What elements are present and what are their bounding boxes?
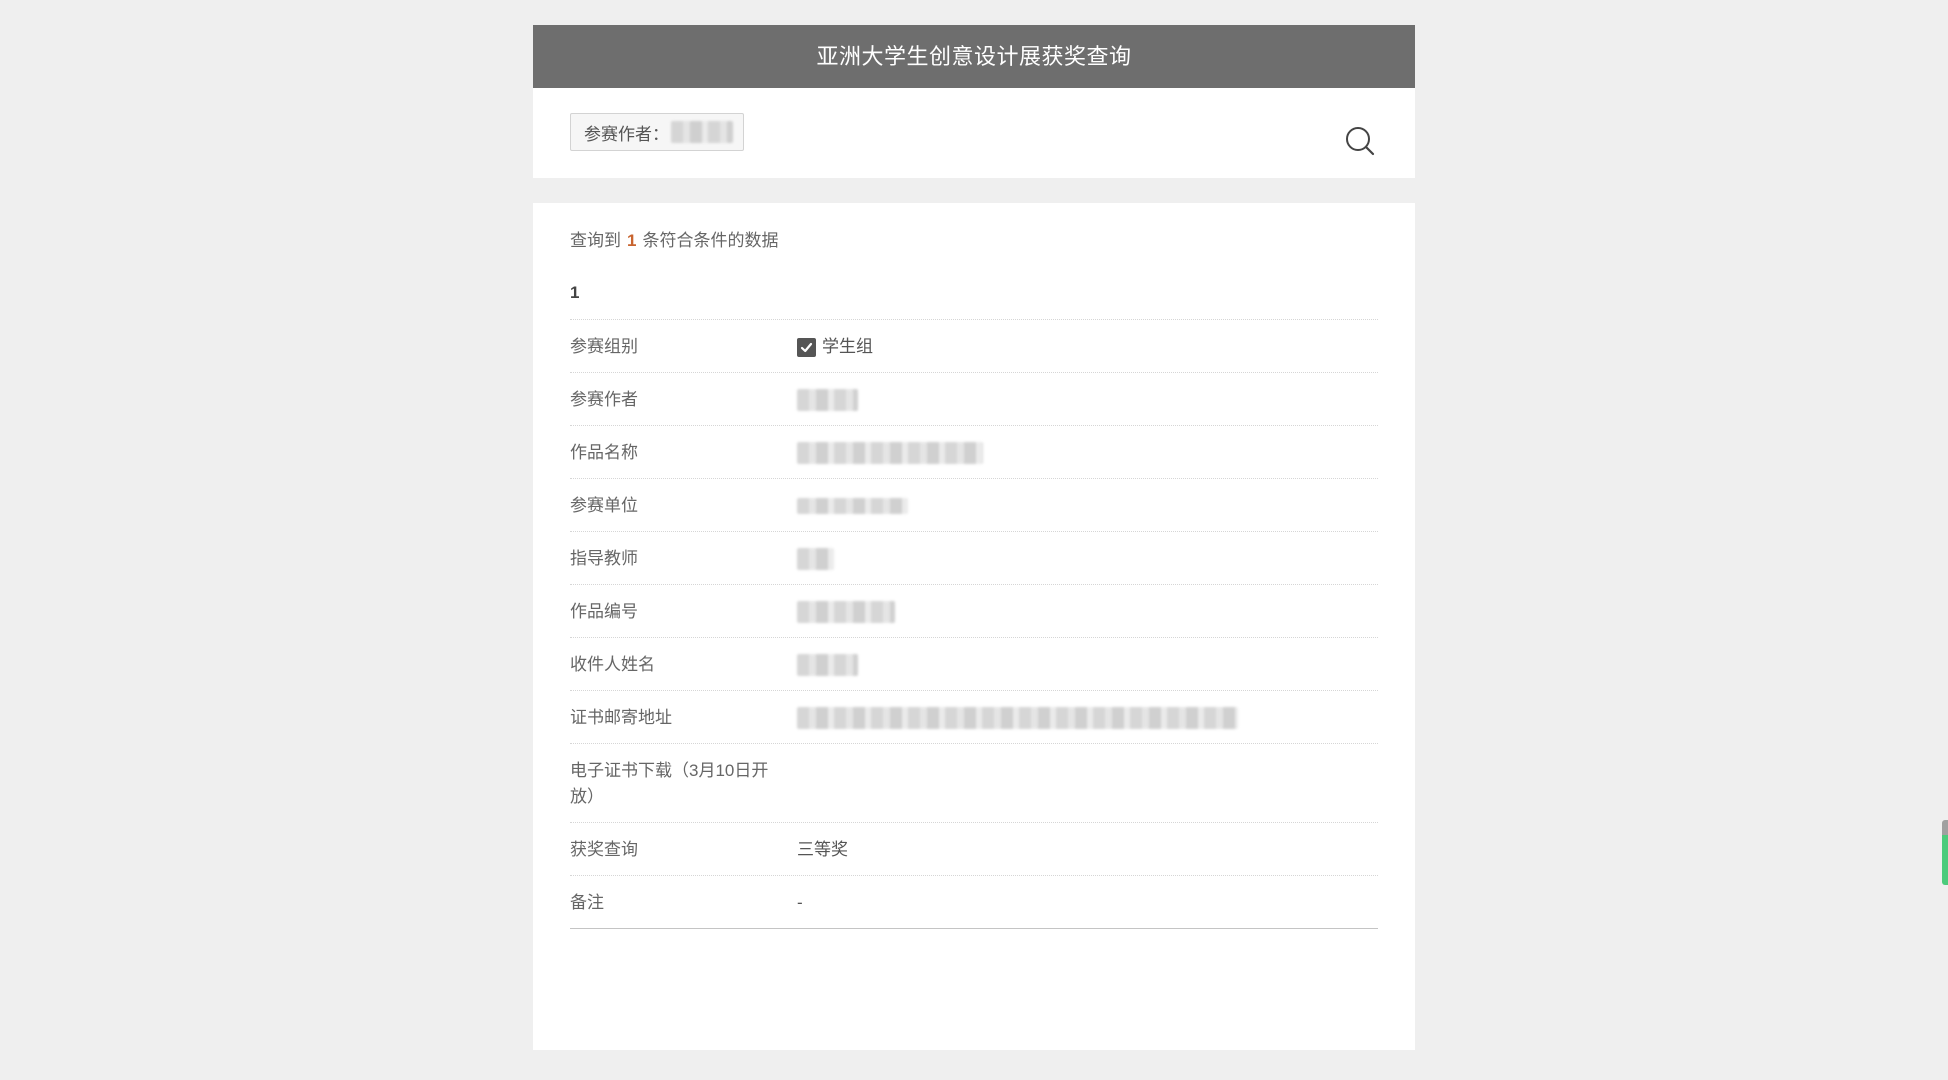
filter-tag-author[interactable]: 参赛作者： [570, 113, 744, 151]
redacted-value [797, 498, 908, 514]
row-group: 参赛组别 学生组 [570, 320, 1378, 373]
row-e-certificate: 电子证书下载（3月10日开放） [570, 744, 1378, 823]
row-author: 参赛作者 [570, 373, 1378, 426]
page-title: 亚洲大学生创意设计展获奖查询 [816, 44, 1132, 69]
row-value: 三等奖 [797, 840, 848, 859]
redacted-value [797, 707, 1238, 729]
redacted-value [797, 654, 858, 676]
side-tab-handle [1942, 820, 1948, 835]
results-panel: 查询到 1 条符合条件的数据 1 参赛组别 学生组 参赛作者 作品名称 参赛单位… [533, 203, 1415, 1050]
row-label: 电子证书下载（3月10日开放） [570, 761, 769, 806]
redacted-value [797, 601, 895, 623]
search-panel: 参赛作者： [533, 88, 1415, 178]
row-recipient-name: 收件人姓名 [570, 638, 1378, 691]
results-summary: 查询到 1 条符合条件的数据 [570, 228, 1378, 254]
checkmark-icon [800, 342, 813, 352]
row-label: 参赛作者 [570, 390, 638, 409]
row-label: 参赛单位 [570, 496, 638, 515]
row-remarks: 备注 - [570, 876, 1378, 929]
row-label: 获奖查询 [570, 840, 638, 859]
row-work-number: 作品编号 [570, 585, 1378, 638]
row-advisor: 指导教师 [570, 532, 1378, 585]
row-value [795, 705, 1378, 731]
page-header: 亚洲大学生创意设计展获奖查询 [533, 25, 1415, 88]
search-button[interactable] [1344, 125, 1376, 157]
group-value: 学生组 [822, 337, 873, 356]
row-label: 备注 [570, 893, 604, 912]
summary-prefix: 查询到 [570, 231, 621, 250]
query-page: 亚洲大学生创意设计展获奖查询 参赛作者： 查询到 1 条符合条件的数据 1 参赛组别 [533, 25, 1415, 1050]
row-award: 获奖查询 三等奖 [570, 823, 1378, 876]
record-index: 1 [570, 280, 1378, 320]
results-count: 1 [627, 231, 637, 250]
row-work-title: 作品名称 [570, 426, 1378, 479]
redacted-value [797, 389, 858, 411]
row-value: - [797, 893, 803, 912]
row-label: 指导教师 [570, 549, 638, 568]
redacted-value [671, 121, 733, 143]
redacted-value [797, 442, 983, 464]
row-value: 学生组 [795, 334, 1378, 360]
row-organization: 参赛单位 [570, 479, 1378, 532]
row-value [795, 440, 1378, 466]
search-icon [1344, 125, 1376, 157]
row-label: 作品名称 [570, 443, 638, 462]
row-label: 作品编号 [570, 602, 638, 621]
row-value [795, 546, 1378, 572]
row-value [795, 652, 1378, 678]
row-value [795, 387, 1378, 413]
summary-suffix: 条符合条件的数据 [642, 231, 779, 250]
floating-side-tab[interactable] [1942, 820, 1948, 885]
row-value [795, 758, 1378, 784]
row-value [795, 599, 1378, 625]
filter-tag-label: 参赛作者： [584, 124, 669, 144]
row-value [795, 493, 1378, 519]
row-mailing-address: 证书邮寄地址 [570, 691, 1378, 744]
row-label: 证书邮寄地址 [570, 708, 672, 727]
group-checkbox[interactable] [797, 337, 816, 357]
row-label: 收件人姓名 [570, 655, 655, 674]
side-tab-body [1942, 835, 1948, 885]
redacted-value [797, 548, 834, 570]
row-label: 参赛组别 [570, 337, 638, 356]
